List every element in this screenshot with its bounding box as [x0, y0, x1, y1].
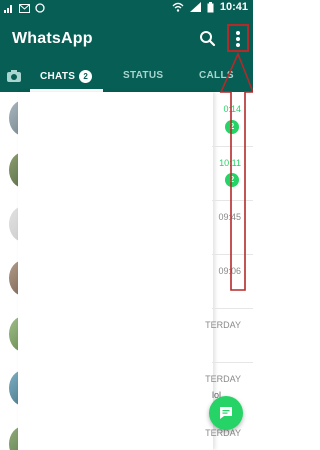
annotation-arrow-shape — [219, 51, 253, 291]
annotation-arrow — [219, 51, 253, 291]
